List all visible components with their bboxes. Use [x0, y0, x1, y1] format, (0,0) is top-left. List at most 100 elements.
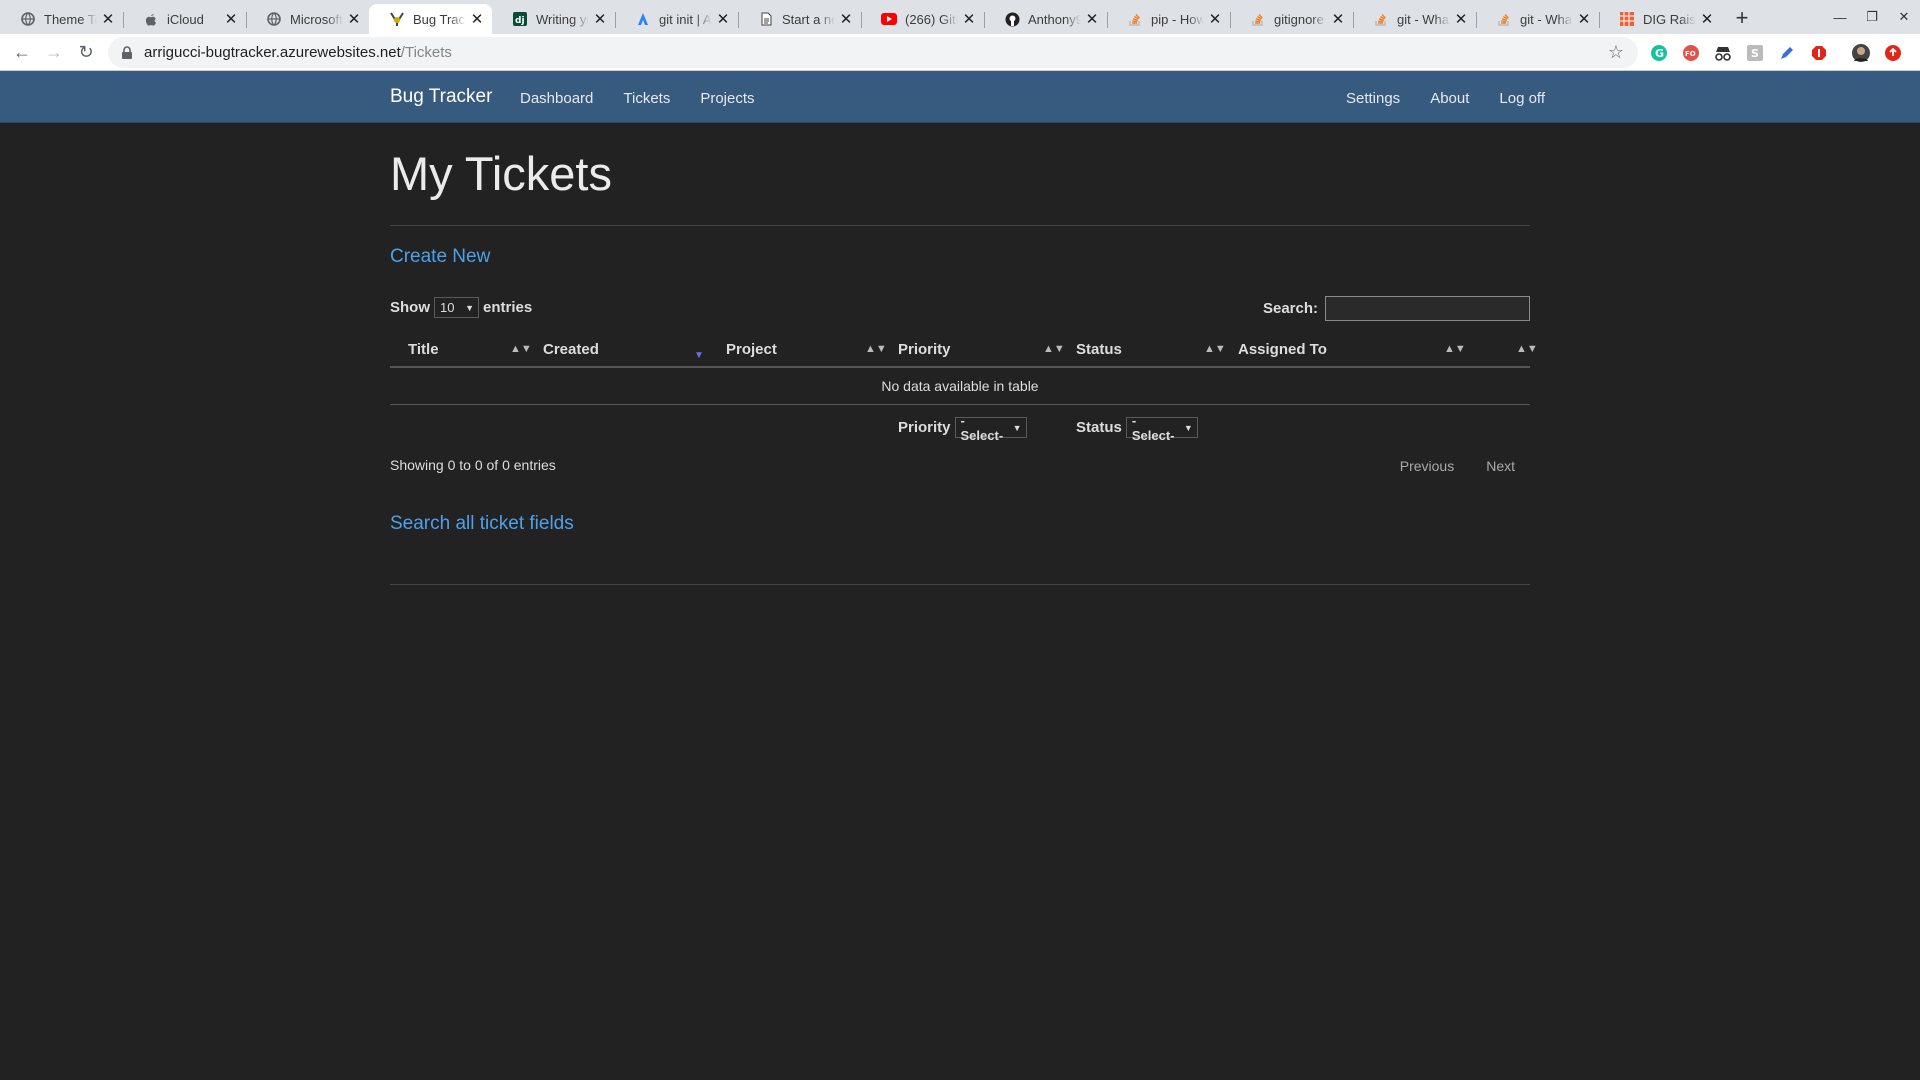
- close-icon[interactable]: ✕: [101, 10, 115, 28]
- table-search-control: Search:: [1263, 296, 1530, 321]
- table-empty-row: No data available in table: [390, 368, 1530, 405]
- column-header-project[interactable]: Project: [726, 331, 777, 367]
- close-icon[interactable]: ✕: [962, 10, 976, 28]
- browser-tab-active[interactable]: Bug Tracke ✕: [369, 4, 492, 34]
- new-tab-button[interactable]: +: [1728, 4, 1756, 32]
- globe-icon: [266, 11, 282, 27]
- priority-filter-select[interactable]: -Select- ▼: [954, 413, 1027, 443]
- svg-text:S: S: [1751, 47, 1759, 60]
- pen-extension-icon[interactable]: [1776, 42, 1798, 64]
- browser-tab[interactable]: Microsoft \ ✕: [246, 4, 369, 34]
- column-header-status[interactable]: Status: [1076, 331, 1122, 367]
- grammarly-extension-icon[interactable]: G: [1648, 42, 1670, 64]
- search-input[interactable]: [1325, 296, 1530, 321]
- priority-filter-label: Priority: [898, 419, 951, 436]
- column-header-assigned-to[interactable]: Assigned To: [1238, 331, 1327, 367]
- tab-title: gitignore -: [1274, 11, 1327, 27]
- django-icon: dj: [512, 11, 528, 27]
- browser-tab[interactable]: git - What i ✕: [1476, 4, 1599, 34]
- close-window-icon[interactable]: ✕: [1888, 0, 1920, 34]
- page-length-control: Show 10 ▼ entries: [390, 297, 532, 318]
- minimize-icon[interactable]: —: [1824, 0, 1856, 34]
- close-icon[interactable]: ✕: [1700, 10, 1714, 28]
- create-new-link[interactable]: Create New: [390, 246, 490, 268]
- tab-title: git init | At: [659, 11, 712, 27]
- forward-arrow-icon[interactable]: →: [38, 36, 70, 68]
- browser-tab[interactable]: (266) GitH ✕: [861, 4, 984, 34]
- close-icon[interactable]: ✕: [1331, 10, 1345, 28]
- divider: [390, 584, 1530, 585]
- browser-tab[interactable]: iCloud ✕: [123, 4, 246, 34]
- browser-tab[interactable]: git - What i ✕: [1353, 4, 1476, 34]
- nav-about[interactable]: About: [1430, 90, 1469, 107]
- browser-tab[interactable]: pip - How t ✕: [1107, 4, 1230, 34]
- nav-settings[interactable]: Settings: [1346, 90, 1400, 107]
- tab-title: Microsoft \: [290, 11, 343, 27]
- browser-tab[interactable]: gitignore - ✕: [1230, 4, 1353, 34]
- close-icon[interactable]: ✕: [347, 10, 361, 28]
- youtube-icon: [881, 11, 897, 27]
- globe-icon: [20, 11, 36, 27]
- close-icon[interactable]: ✕: [593, 10, 607, 28]
- next-button[interactable]: Next: [1486, 458, 1515, 474]
- bookmark-star-icon[interactable]: ☆: [1608, 42, 1624, 63]
- stackoverflow-icon: [1496, 11, 1512, 27]
- address-bar[interactable]: arrigucci-bugtracker.azurewebsites.net/T…: [108, 37, 1638, 68]
- nav-tickets[interactable]: Tickets: [623, 90, 670, 107]
- close-icon[interactable]: ✕: [1085, 10, 1099, 28]
- window-controls: — ❐ ✕: [1824, 0, 1920, 34]
- status-filter-select[interactable]: -Select- ▼: [1125, 413, 1198, 443]
- browser-tab[interactable]: git init | At ✕: [615, 4, 738, 34]
- priority-filter-value: -Select-: [960, 412, 1004, 443]
- tab-title: iCloud: [167, 11, 204, 27]
- sort-icon: ▲▼: [1516, 343, 1538, 355]
- nav-projects[interactable]: Projects: [700, 90, 754, 107]
- nav-logoff[interactable]: Log off: [1499, 90, 1545, 107]
- column-header-created[interactable]: Created: [543, 331, 599, 367]
- previous-button[interactable]: Previous: [1400, 458, 1454, 474]
- adblock-extension-icon[interactable]: [1808, 42, 1830, 64]
- nav-right: Settings About Log off: [1346, 90, 1545, 107]
- page-length-select[interactable]: 10 ▼: [434, 297, 479, 318]
- page-title: My Tickets: [390, 147, 612, 200]
- browser-tab[interactable]: Anthony96 ✕: [984, 4, 1107, 34]
- stackoverflow-icon: [1373, 11, 1389, 27]
- priority-filter: Priority -Select- ▼: [898, 413, 1027, 443]
- extensions-bar: G FO S: [1648, 34, 1904, 71]
- entries-label: entries: [483, 299, 533, 316]
- search-all-fields-link[interactable]: Search all ticket fields: [390, 513, 574, 535]
- reload-icon[interactable]: ↻: [70, 36, 102, 68]
- browser-tab[interactable]: dj Writing yo ✕: [492, 4, 615, 34]
- sort-icon: ▲▼: [1444, 343, 1466, 355]
- avatar[interactable]: [1850, 42, 1872, 64]
- column-header-title[interactable]: Title: [408, 331, 439, 367]
- search-label: Search:: [1262, 300, 1318, 317]
- tab-title: DIG Raisec: [1643, 11, 1696, 27]
- close-icon[interactable]: ✕: [1577, 10, 1591, 28]
- atlassian-icon: [635, 11, 651, 27]
- browser-tab[interactable]: Start a nev ✕: [738, 4, 861, 34]
- close-icon[interactable]: ✕: [1454, 10, 1468, 28]
- incognito-extension-icon[interactable]: [1712, 42, 1734, 64]
- sort-icon: ▲▼: [510, 343, 532, 355]
- github-icon: [1004, 11, 1020, 27]
- site-navbar: Bug Tracker Dashboard Tickets Projects S…: [0, 71, 1920, 123]
- tab-title: git - What i: [1397, 11, 1450, 27]
- fo-extension-icon[interactable]: FO: [1680, 42, 1702, 64]
- brand-link[interactable]: Bug Tracker: [390, 86, 492, 108]
- document-icon: [758, 11, 774, 27]
- update-icon[interactable]: [1882, 42, 1904, 64]
- nav-dashboard[interactable]: Dashboard: [520, 90, 593, 107]
- close-icon[interactable]: ✕: [224, 10, 238, 28]
- s-extension-icon[interactable]: S: [1744, 42, 1766, 64]
- sort-icon: ▲▼: [1043, 343, 1065, 355]
- close-icon[interactable]: ✕: [1208, 10, 1222, 28]
- browser-tab[interactable]: Theme Ter ✕: [0, 4, 123, 34]
- close-icon[interactable]: ✕: [839, 10, 853, 28]
- back-arrow-icon[interactable]: ←: [6, 36, 38, 68]
- close-icon[interactable]: ✕: [716, 10, 730, 28]
- close-icon[interactable]: ✕: [470, 10, 484, 28]
- restore-icon[interactable]: ❐: [1856, 0, 1888, 34]
- browser-tab[interactable]: DIG Raisec ✕: [1599, 4, 1722, 34]
- column-header-priority[interactable]: Priority: [898, 331, 951, 367]
